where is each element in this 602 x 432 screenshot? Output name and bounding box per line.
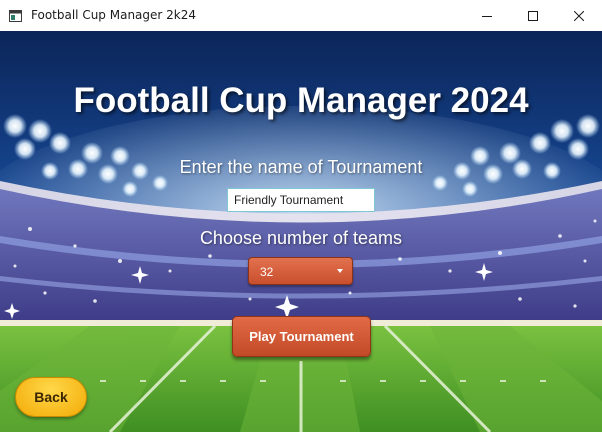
tournament-name-label: Enter the name of Tournament: [179, 157, 423, 177]
window-title: Football Cup Manager 2k24: [31, 8, 196, 22]
maximize-icon: [528, 10, 538, 21]
title-bar: Football Cup Manager 2k24: [0, 0, 602, 31]
app-window: Football Cup Manager 2k24 Football Cup M…: [0, 0, 602, 432]
teams-count-value: 32: [260, 265, 274, 279]
minimize-button[interactable]: [464, 0, 510, 31]
close-button[interactable]: [556, 0, 602, 31]
back-button[interactable]: Back: [15, 377, 87, 417]
minimize-icon: [482, 11, 492, 21]
app-window-icon: [9, 9, 22, 22]
teams-count-select[interactable]: 32: [248, 257, 353, 285]
tournament-name-input[interactable]: [227, 188, 375, 212]
chevron-down-icon: [337, 269, 343, 273]
page-title: Football Cup Manager 2024: [73, 81, 529, 120]
play-tournament-button[interactable]: Play Tournament: [232, 316, 371, 357]
maximize-button[interactable]: [510, 0, 556, 31]
stadium-background: Football Cup Manager 2024 Enter the name…: [0, 31, 602, 432]
close-icon: [574, 10, 584, 21]
teams-count-label: Choose number of teams: [199, 228, 403, 248]
